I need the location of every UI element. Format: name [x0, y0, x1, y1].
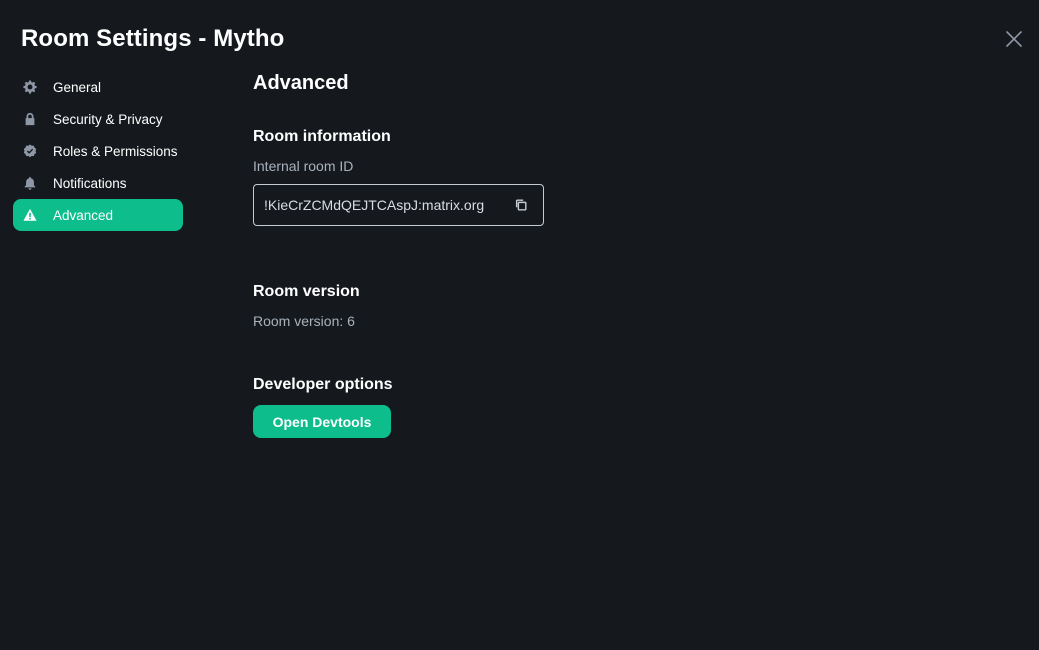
- sidebar-item-notifications[interactable]: Notifications: [13, 167, 183, 199]
- settings-sidebar: General Security & Privacy Roles & Permi…: [13, 71, 183, 231]
- room-version-text: Room version: 6: [253, 313, 355, 329]
- copy-icon[interactable]: [513, 197, 529, 213]
- room-id-label: Internal room ID: [253, 158, 354, 174]
- room-id-value: !KieCrZCMdQEJTCAspJ:matrix.org: [264, 197, 485, 213]
- sidebar-item-label: Roles & Permissions: [53, 143, 178, 159]
- sidebar-item-label: Security & Privacy: [53, 111, 163, 127]
- sidebar-item-label: Advanced: [53, 207, 114, 223]
- shield-check-icon: [22, 144, 37, 159]
- sidebar-item-label: General: [53, 79, 102, 95]
- dialog-title: Room Settings - Mytho: [21, 25, 285, 52]
- sidebar-item-advanced[interactable]: Advanced: [13, 199, 183, 231]
- bell-icon: [22, 176, 37, 191]
- developer-options-heading: Developer options: [253, 376, 393, 393]
- sidebar-item-roles-permissions[interactable]: Roles & Permissions: [13, 135, 183, 167]
- open-devtools-button[interactable]: Open Devtools: [253, 405, 391, 438]
- room-settings-dialog: Room Settings - Mytho General Security &…: [0, 0, 1039, 650]
- sidebar-item-general[interactable]: General: [13, 71, 183, 103]
- warning-icon: [22, 208, 37, 223]
- room-id-field[interactable]: !KieCrZCMdQEJTCAspJ:matrix.org: [253, 184, 544, 226]
- settings-content: Advanced Room information Internal room …: [253, 70, 1013, 438]
- room-information-heading: Room information: [253, 128, 391, 145]
- sidebar-item-security-privacy[interactable]: Security & Privacy: [13, 103, 183, 135]
- page-title: Advanced: [253, 72, 349, 94]
- lock-icon: [22, 112, 37, 127]
- close-icon[interactable]: [1003, 28, 1025, 50]
- sidebar-item-label: Notifications: [53, 175, 127, 191]
- gear-icon: [22, 80, 37, 95]
- room-version-heading: Room version: [253, 283, 360, 300]
